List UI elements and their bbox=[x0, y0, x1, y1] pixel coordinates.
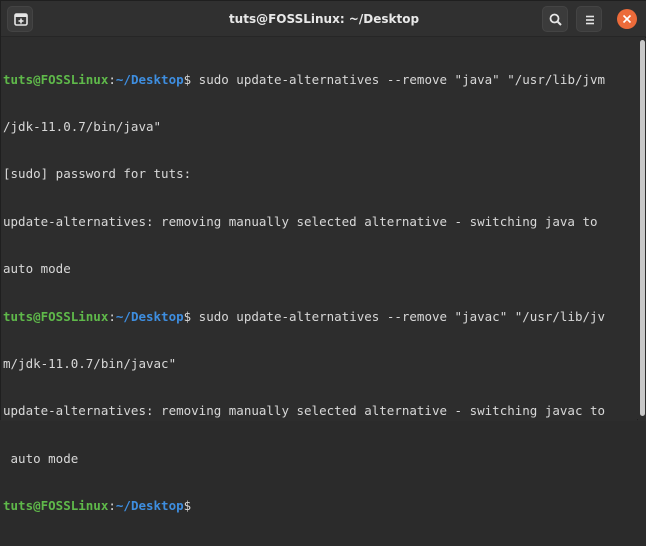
output-line: auto mode bbox=[3, 261, 71, 277]
prompt-user: tuts@FOSSLinux bbox=[3, 308, 109, 324]
search-icon bbox=[549, 13, 562, 26]
prompt-user: tuts@FOSSLinux bbox=[3, 498, 109, 514]
output-line: update-alternatives: removing manually s… bbox=[3, 403, 606, 419]
scrollbar[interactable] bbox=[638, 38, 646, 421]
title-bar: tuts@FOSSLinux: ~/Desktop bbox=[1, 1, 646, 37]
output-line: auto mode bbox=[3, 450, 79, 466]
close-icon bbox=[622, 14, 632, 24]
prompt-path: ~/Desktop bbox=[115, 71, 184, 87]
menu-button[interactable] bbox=[576, 6, 602, 32]
prompt-line: tuts@FOSSLinux:~/Desktop$ sudo update-al… bbox=[3, 72, 637, 88]
prompt-path: ~/Desktop bbox=[115, 498, 184, 514]
terminal-window: tuts@FOSSLinux: ~/Desktop tuts@FOSSLinux… bbox=[0, 0, 646, 513]
prompt-line: tuts@FOSSLinux:~/Desktop$ bbox=[3, 498, 637, 514]
prompt-colon: : bbox=[108, 308, 116, 324]
search-button[interactable] bbox=[542, 6, 568, 32]
hamburger-menu-icon bbox=[586, 15, 594, 25]
prompt-colon: : bbox=[108, 498, 116, 514]
text-cursor bbox=[191, 498, 198, 512]
prompt-colon: : bbox=[108, 71, 116, 87]
output-line: /jdk-11.0.7/bin/java" bbox=[3, 118, 162, 134]
prompt-line: tuts@FOSSLinux:~/Desktop$ sudo update-al… bbox=[3, 309, 637, 325]
prompt-dollar: $ bbox=[183, 498, 192, 514]
command-text: sudo update-alternatives --remove "java"… bbox=[191, 71, 606, 87]
command-text: sudo update-alternatives --remove "javac… bbox=[191, 308, 606, 324]
prompt-user: tuts@FOSSLinux bbox=[3, 71, 109, 87]
output-line: m/jdk-11.0.7/bin/javac" bbox=[3, 355, 177, 371]
close-button[interactable] bbox=[617, 9, 637, 29]
prompt-path: ~/Desktop bbox=[115, 308, 184, 324]
scrollbar-thumb[interactable] bbox=[640, 40, 645, 416]
output-line: update-alternatives: removing manually s… bbox=[3, 213, 598, 229]
output-line: [sudo] password for tuts: bbox=[3, 166, 192, 182]
terminal-output[interactable]: tuts@FOSSLinux:~/Desktop$ sudo update-al… bbox=[1, 38, 637, 513]
